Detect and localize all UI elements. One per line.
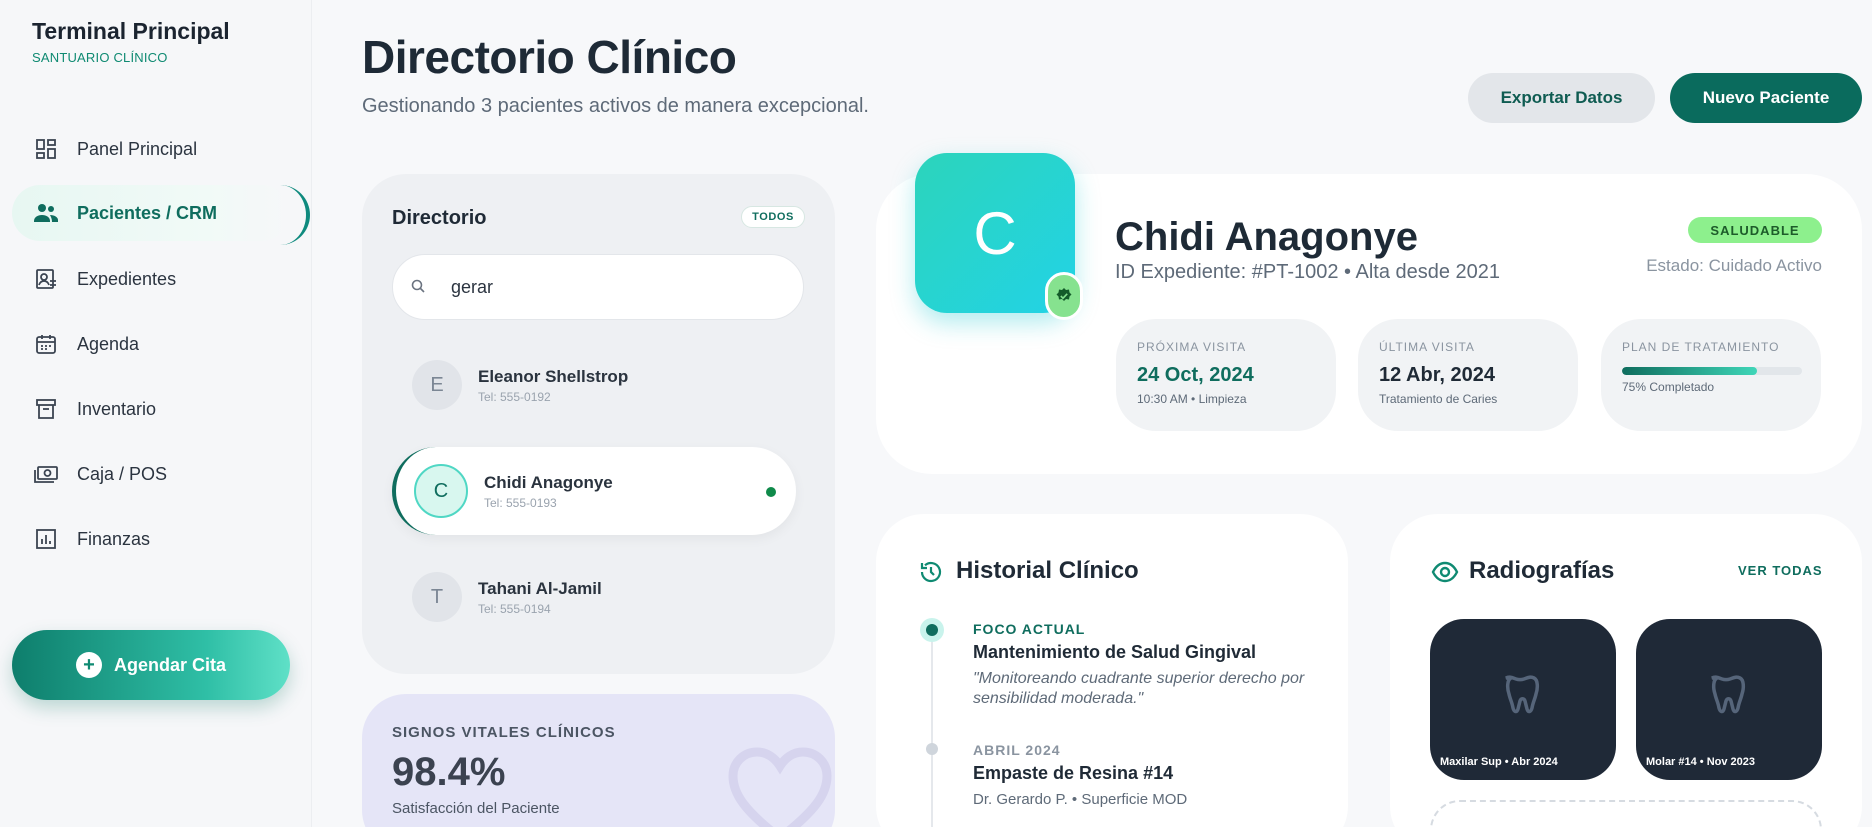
sidebar-item-finance[interactable]: Finanzas: [12, 511, 290, 567]
directory-title: Directorio: [392, 207, 487, 229]
history-item-title: Empaste de Resina #14: [973, 763, 1174, 783]
plus-circle-icon: +: [75, 652, 102, 678]
sidebar-item-label: Caja / POS: [77, 463, 168, 484]
vitals-subtitle: Satisfacción del Paciente: [392, 800, 560, 817]
patient-list-item[interactable]: E Eleanor Shellstrop Tel: 555-0192: [392, 341, 796, 429]
upload-xray-dropzone[interactable]: [1430, 800, 1822, 827]
timeline-dot-active: [920, 618, 944, 642]
xray-caption: Maxilar Sup • Abr 2024: [1440, 756, 1558, 768]
search-box[interactable]: [392, 254, 804, 320]
tooth-icon: [1505, 675, 1540, 714]
sidebar-item-cash[interactable]: Caja / POS: [12, 446, 290, 502]
care-state: Estado: Cuidado Activo: [1646, 256, 1822, 275]
vitals-value: 98.4%: [392, 750, 506, 794]
treatment-progress-bar: [1622, 367, 1802, 375]
archive-icon: [32, 395, 60, 423]
xray-caption: Molar #14 • Nov 2023: [1646, 756, 1756, 768]
patient-record-id: ID Expediente: #PT-1002 • Alta desde 202…: [1115, 261, 1501, 283]
sidebar-item-label: Agenda: [77, 333, 140, 354]
xray-thumbnail[interactable]: Molar #14 • Nov 2023: [1636, 619, 1822, 780]
avatar: T: [412, 572, 462, 622]
search-input[interactable]: [451, 276, 781, 298]
eye-icon: [1431, 561, 1459, 583]
history-item-note: "Monitoreando cuadrante superior derecho…: [973, 670, 1305, 707]
stat-subtitle: 75% Completado: [1622, 380, 1715, 394]
cash-icon: [32, 460, 60, 488]
xray-title: Radiografías: [1469, 557, 1615, 584]
avatar: E: [412, 360, 462, 410]
vitals-card: SIGNOS VITALES CLÍNICOS 98.4% Satisfacci…: [362, 694, 835, 827]
chart-icon: [32, 525, 60, 553]
patient-phone: Tel: 555-0194: [478, 601, 551, 616]
patient-list-item-selected[interactable]: C Chidi Anagonye Tel: 555-0193: [392, 447, 796, 535]
dashboard-icon: [32, 135, 60, 163]
page-title: Directorio Clínico: [362, 31, 737, 83]
treatment-plan-stat: PLAN DE TRATAMIENTO 75% Completado: [1601, 319, 1821, 431]
sidebar-item-panel[interactable]: Panel Principal: [12, 121, 290, 177]
stat-subtitle: 10:30 AM • Limpieza: [1137, 392, 1247, 406]
history-item-label: ABRIL 2024: [973, 742, 1061, 758]
patient-name-heading: Chidi Anagonye: [1115, 215, 1418, 259]
history-icon: [920, 561, 942, 583]
next-visit-stat: PRÓXIMA VISITA 24 Oct, 2024 10:30 AM • L…: [1116, 319, 1336, 431]
tooth-icon: [1711, 675, 1746, 714]
history-item-label: FOCO ACTUAL: [973, 621, 1086, 637]
directory-filter-badge[interactable]: TODOS: [741, 206, 805, 228]
verified-badge-icon: [1045, 272, 1083, 320]
history-item-note: Dr. Gerardo P. • Superficie MOD: [973, 791, 1188, 808]
export-data-button[interactable]: Exportar Datos: [1468, 73, 1655, 123]
vitals-label: SIGNOS VITALES CLÍNICOS: [392, 724, 616, 741]
schedule-appointment-button[interactable]: + Agendar Cita: [12, 630, 290, 700]
patient-name: Tahani Al-Jamil: [478, 578, 602, 598]
stat-value: 12 Abr, 2024: [1379, 364, 1496, 386]
timeline-line: [931, 638, 933, 827]
users-icon: [32, 199, 60, 227]
sidebar-item-records[interactable]: Expedientes: [12, 251, 290, 307]
xray-thumbnail[interactable]: Maxilar Sup • Abr 2024: [1430, 619, 1616, 780]
history-item-title: Mantenimiento de Salud Gingival: [973, 642, 1257, 662]
patient-phone: Tel: 555-0193: [484, 495, 557, 510]
records-icon: [32, 265, 60, 293]
status-badge: SALUDABLE: [1688, 217, 1822, 243]
new-patient-button[interactable]: Nuevo Paciente: [1670, 73, 1862, 123]
stat-value: 24 Oct, 2024: [1137, 364, 1254, 386]
page-subtitle: Gestionando 3 pacientes activos de maner…: [362, 95, 869, 117]
stat-label: PLAN DE TRATAMIENTO: [1622, 340, 1780, 354]
sidebar-item-patients[interactable]: Pacientes / CRM: [12, 185, 310, 245]
heart-icon: [728, 747, 832, 827]
progress-fill: [1622, 367, 1757, 375]
schedule-appointment-label: Agendar Cita: [113, 654, 227, 675]
online-status-dot: [766, 487, 776, 497]
patient-list-item[interactable]: T Tahani Al-Jamil Tel: 555-0194: [392, 553, 796, 641]
patient-name: Chidi Anagonye: [484, 472, 613, 492]
search-icon: [411, 279, 427, 295]
directory-card: Directorio TODOS E Eleanor Shellstrop Te…: [362, 174, 835, 674]
sidebar-item-label: Pacientes / CRM: [77, 202, 218, 223]
sidebar-item-label: Inventario: [77, 398, 157, 419]
patient-name: Eleanor Shellstrop: [478, 366, 629, 386]
view-all-link[interactable]: VER TODAS: [1738, 563, 1823, 578]
patient-phone: Tel: 555-0192: [478, 389, 551, 404]
stat-label: PRÓXIMA VISITA: [1137, 340, 1247, 354]
calendar-icon: [32, 330, 60, 358]
last-visit-stat: ÚLTIMA VISITA 12 Abr, 2024 Tratamiento d…: [1358, 319, 1578, 431]
sidebar-item-agenda[interactable]: Agenda: [12, 316, 290, 372]
sidebar-item-label: Expedientes: [77, 268, 177, 289]
stat-subtitle: Tratamiento de Caries: [1379, 392, 1498, 406]
brand-subtitle: SANTUARIO CLÍNICO: [32, 50, 168, 65]
brand-title: Terminal Principal: [32, 18, 230, 44]
history-title: Historial Clínico: [956, 557, 1139, 584]
avatar: C: [414, 464, 468, 518]
sidebar: Terminal Principal SANTUARIO CLÍNICO Pan…: [0, 0, 312, 827]
sidebar-item-label: Finanzas: [77, 528, 151, 549]
sidebar-item-inventory[interactable]: Inventario: [12, 381, 290, 437]
stat-label: ÚLTIMA VISITA: [1379, 340, 1475, 354]
timeline-dot: [926, 743, 938, 755]
sidebar-item-label: Panel Principal: [77, 138, 198, 159]
